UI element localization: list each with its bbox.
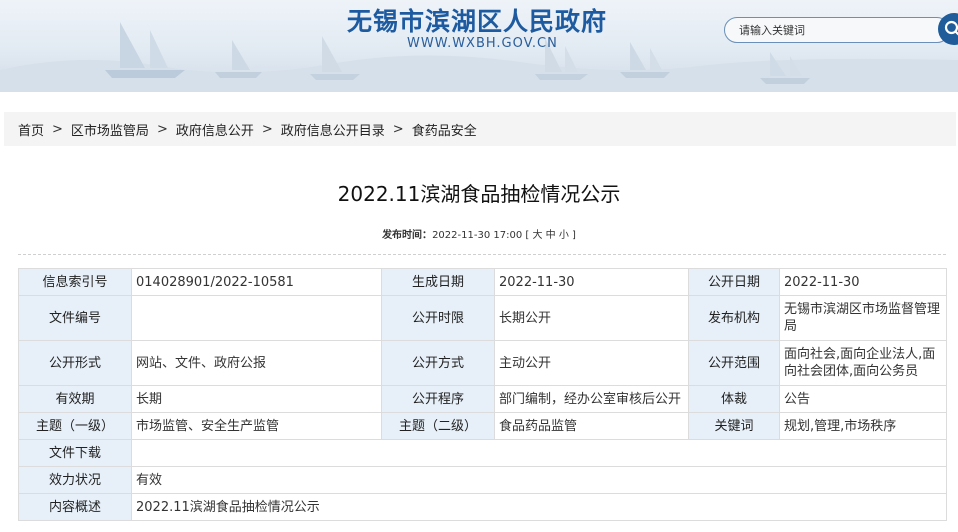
publish-time: 2022-11-30 17:00 <box>432 230 523 241</box>
genre-value: 公告 <box>779 385 947 413</box>
table-row: 文件下载 <box>18 439 947 467</box>
topic-level2-label: 主题（二级） <box>381 412 495 440</box>
breadcrumb-separator: > <box>156 121 168 137</box>
procedure-value: 部门编制，经办公室审核后公开 <box>494 385 689 413</box>
site-title[interactable]: 无锡市滨湖区人民政府 <box>347 2 607 38</box>
title-divider <box>18 254 946 255</box>
generate-date-label: 生成日期 <box>381 268 495 296</box>
scope-value: 面向社会,面向企业法人,面向社会团体,面向公务员 <box>779 340 947 386</box>
publisher-label: 发布机构 <box>688 295 780 341</box>
download-label: 文件下载 <box>18 439 132 467</box>
scope-label: 公开范围 <box>688 340 780 386</box>
index-no-value: 014028901/2022-10581 <box>131 268 382 296</box>
font-size-small-button[interactable]: 小 <box>559 230 569 241</box>
table-row: 效力状况 有效 <box>18 466 947 494</box>
time-limit-label: 公开时限 <box>381 295 495 341</box>
font-size-bracket-open: [ <box>525 230 530 241</box>
form-label: 公开形式 <box>18 340 132 386</box>
summary-label: 内容概述 <box>18 493 132 521</box>
font-size-bracket-close: ] <box>572 230 576 241</box>
font-size-medium-button[interactable]: 中 <box>546 230 556 241</box>
download-value <box>131 439 947 467</box>
doc-no-value <box>131 295 382 341</box>
index-no-label: 信息索引号 <box>18 268 132 296</box>
breadcrumb-market-bureau[interactable]: 区市场监管局 <box>71 120 149 139</box>
table-row: 有效期 长期 公开程序 部门编制，经办公室审核后公开 体裁 公告 <box>18 385 947 413</box>
doc-no-label: 文件编号 <box>18 295 132 341</box>
breadcrumb-gov-info-disclosure[interactable]: 政府信息公开 <box>176 120 254 139</box>
publisher-value: 无锡市滨湖区市场监督管理局 <box>779 295 947 341</box>
table-row: 主题（一级） 市场监管、安全生产监管 主题（二级） 食品药品监管 关键词 规划,… <box>18 412 947 440</box>
breadcrumb-separator: > <box>392 121 404 137</box>
breadcrumb-food-drug-safety[interactable]: 食药品安全 <box>412 120 477 139</box>
breadcrumb: 首页 > 区市场监管局 > 政府信息公开 > 政府信息公开目录 > 食药品安全 <box>4 112 956 146</box>
table-row: 文件编号 公开时限 长期公开 发布机构 无锡市滨湖区市场监督管理局 <box>18 295 947 341</box>
validity-label: 有效期 <box>18 385 132 413</box>
topic-level2-value: 食品药品监管 <box>494 412 689 440</box>
site-url: WWW.WXBH.GOV.CN <box>407 36 558 51</box>
status-label: 效力状况 <box>18 466 132 494</box>
table-row: 信息索引号 014028901/2022-10581 生成日期 2022-11-… <box>18 268 947 296</box>
generate-date-value: 2022-11-30 <box>494 268 689 296</box>
method-label: 公开方式 <box>381 340 495 386</box>
form-value: 网站、文件、政府公报 <box>131 340 382 386</box>
breadcrumb-home[interactable]: 首页 <box>18 120 44 139</box>
breadcrumb-separator: > <box>52 121 63 137</box>
keywords-label: 关键词 <box>688 412 780 440</box>
table-row: 内容概述 2022.11滨湖食品抽检情况公示 <box>18 493 947 521</box>
page-title: 2022.11滨湖食品抽检情况公示 <box>337 182 621 206</box>
summary-value: 2022.11滨湖食品抽检情况公示 <box>131 493 947 521</box>
info-table: 信息索引号 014028901/2022-10581 生成日期 2022-11-… <box>18 268 947 521</box>
keywords-value: 规划,管理,市场秩序 <box>779 412 947 440</box>
procedure-label: 公开程序 <box>381 385 495 413</box>
breadcrumb-separator: > <box>261 121 273 137</box>
search-box[interactable] <box>724 17 950 43</box>
genre-label: 体裁 <box>688 385 780 413</box>
search-icon <box>944 20 958 36</box>
table-row: 公开形式 网站、文件、政府公报 公开方式 主动公开 公开范围 面向社会,面向企业… <box>18 340 947 386</box>
site-header: 无锡市滨湖区人民政府 WWW.WXBH.GOV.CN <box>0 0 958 92</box>
public-date-label: 公开日期 <box>688 268 780 296</box>
font-size-large-button[interactable]: 大 <box>532 230 542 241</box>
status-value: 有效 <box>131 466 947 494</box>
publish-time-label: 发布时间： <box>382 230 433 241</box>
breadcrumb-disclosure-catalog[interactable]: 政府信息公开目录 <box>281 120 385 139</box>
public-date-value: 2022-11-30 <box>779 268 947 296</box>
search-input[interactable] <box>739 22 919 38</box>
publish-info: 发布时间：2022-11-30 17:00 [ 大 中 小 ] <box>0 226 958 241</box>
validity-value: 长期 <box>131 385 382 413</box>
time-limit-value: 长期公开 <box>494 295 689 341</box>
topic-level1-label: 主题（一级） <box>18 412 132 440</box>
topic-level1-value: 市场监管、安全生产监管 <box>131 412 382 440</box>
method-value: 主动公开 <box>494 340 689 386</box>
